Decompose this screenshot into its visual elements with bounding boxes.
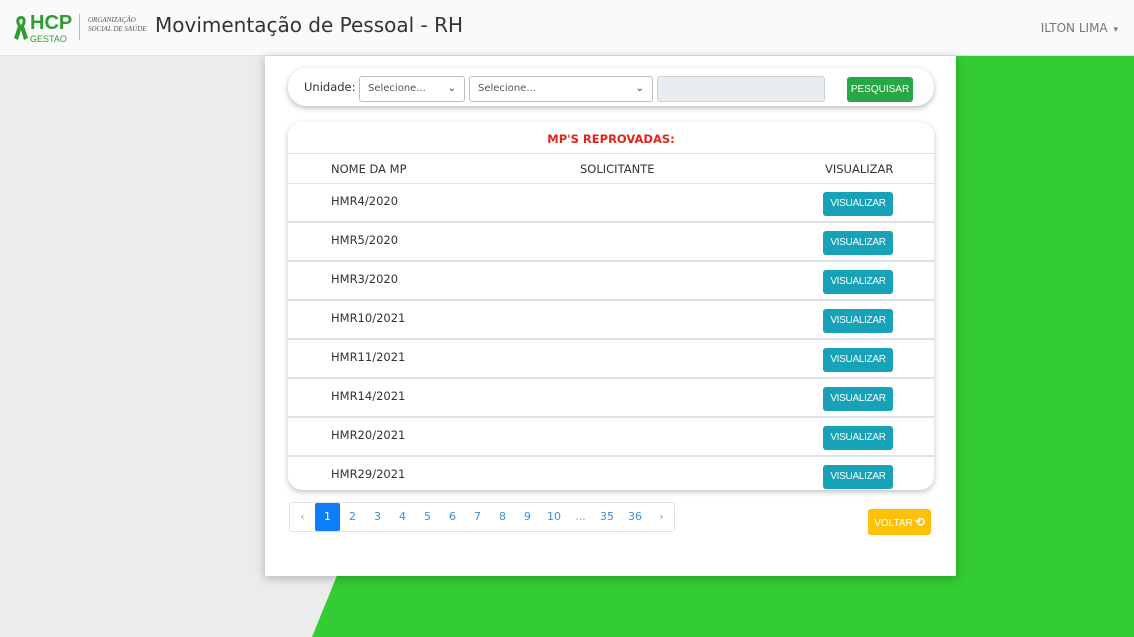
pagination-page[interactable]: 6 [440, 503, 465, 531]
view-button[interactable]: VISUALIZAR [823, 387, 893, 411]
table-title: MP'S REPROVADAS: [547, 132, 675, 146]
pagination-page[interactable]: 8 [490, 503, 515, 531]
view-button[interactable]: VISUALIZAR [823, 231, 893, 255]
main-panel: Unidade: Selecione... ⌄ Selecione... ⌄ P… [265, 56, 956, 576]
search-input[interactable] [657, 76, 825, 102]
pagination-page[interactable]: 3 [365, 503, 390, 531]
unit-label: Unidade: [304, 80, 356, 94]
pagination-page[interactable]: 36 [621, 503, 649, 531]
search-bar: Unidade: Selecione... ⌄ Selecione... ⌄ P… [288, 68, 934, 106]
secondary-select-value: Selecione... [478, 83, 536, 94]
column-header-view: VISUALIZAR [825, 162, 894, 176]
mp-name: HMR20/2021 [331, 428, 406, 442]
chevron-down-icon: ⌄ [447, 83, 456, 94]
rejected-mp-table: MP'S REPROVADAS: NOME DA MP SOLICITANTE … [288, 122, 934, 490]
pagination-page[interactable]: 5 [415, 503, 440, 531]
table-row: HMR10/2021 VISUALIZAR [288, 301, 934, 340]
page-title: Movimentação de Pessoal - RH [155, 13, 464, 37]
secondary-select[interactable]: Selecione... ⌄ [469, 76, 653, 102]
pagination: ‹ 1 2 3 4 5 6 7 8 9 10 ... 35 36 › [289, 502, 675, 532]
user-name: ILTON LIMA [1040, 21, 1108, 35]
table-row: HMR4/2020 VISUALIZAR [288, 184, 934, 223]
pagination-page[interactable]: 10 [540, 503, 568, 531]
view-button[interactable]: VISUALIZAR [823, 426, 893, 450]
chevron-down-icon: ⌄ [635, 83, 644, 94]
pagination-page[interactable]: 35 [593, 503, 621, 531]
pagination-page[interactable]: 9 [515, 503, 540, 531]
view-button[interactable]: VISUALIZAR [823, 465, 893, 489]
mp-name: HMR4/2020 [331, 194, 399, 208]
table-row: HMR20/2021 VISUALIZAR [288, 418, 934, 457]
logo-org-line2: SOCIAL DE SAÚDE [88, 25, 147, 33]
logo-org-line1: ORGANIZAÇÃO [88, 16, 136, 24]
mp-name: HMR3/2020 [331, 272, 399, 286]
view-button[interactable]: VISUALIZAR [823, 270, 893, 294]
search-button[interactable]: PESQUISAR [847, 77, 913, 102]
view-button[interactable]: VISUALIZAR [823, 348, 893, 372]
pagination-page[interactable]: 7 [465, 503, 490, 531]
view-button[interactable]: VISUALIZAR [823, 309, 893, 333]
back-button[interactable]: VOLTAR ⟲ [868, 509, 931, 535]
pagination-prev[interactable]: ‹ [290, 503, 315, 531]
table-header: NOME DA MP SOLICITANTE VISUALIZAR [288, 153, 934, 184]
pagination-page[interactable]: 1 [315, 503, 340, 531]
table-row: HMR29/2021 VISUALIZAR [288, 457, 934, 490]
top-navbar: HCP GESTAO ORGANIZAÇÃO SOCIAL DE SAÚDE M… [0, 0, 1134, 56]
column-header-name: NOME DA MP [331, 162, 407, 176]
logo-divider [79, 14, 80, 40]
pagination-ellipsis: ... [575, 510, 586, 523]
logo-text-hcp: HCP [30, 12, 73, 34]
mp-name: HMR11/2021 [331, 350, 406, 364]
mp-name: HMR5/2020 [331, 233, 399, 247]
pagination-page[interactable]: 2 [340, 503, 365, 531]
unit-select-value: Selecione... [368, 83, 426, 94]
logo-text-gestao: GESTAO [30, 34, 67, 44]
table-row: HMR3/2020 VISUALIZAR [288, 262, 934, 301]
pagination-page[interactable]: 4 [390, 503, 415, 531]
table-row: HMR5/2020 VISUALIZAR [288, 223, 934, 262]
pagination-next[interactable]: › [649, 503, 674, 531]
table-row: HMR14/2021 VISUALIZAR [288, 379, 934, 418]
mp-name: HMR14/2021 [331, 389, 406, 403]
mp-name: HMR29/2021 [331, 467, 406, 481]
ribbon-icon [14, 16, 28, 40]
logo-org-text: ORGANIZAÇÃO SOCIAL DE SAÚDE [88, 16, 147, 34]
hcp-gestao-logo[interactable]: HCP GESTAO [12, 12, 72, 46]
undo-icon: ⟲ [914, 515, 925, 529]
mp-name: HMR10/2021 [331, 311, 406, 325]
column-header-requester: SOLICITANTE [580, 162, 655, 176]
unit-select[interactable]: Selecione... ⌄ [359, 76, 465, 102]
caret-down-icon: ▾ [1113, 25, 1118, 35]
table-row: HMR11/2021 VISUALIZAR [288, 340, 934, 379]
back-button-label: VOLTAR [874, 518, 913, 529]
view-button[interactable]: VISUALIZAR [823, 192, 893, 216]
user-menu[interactable]: ILTON LIMA ▾ [1041, 21, 1118, 35]
